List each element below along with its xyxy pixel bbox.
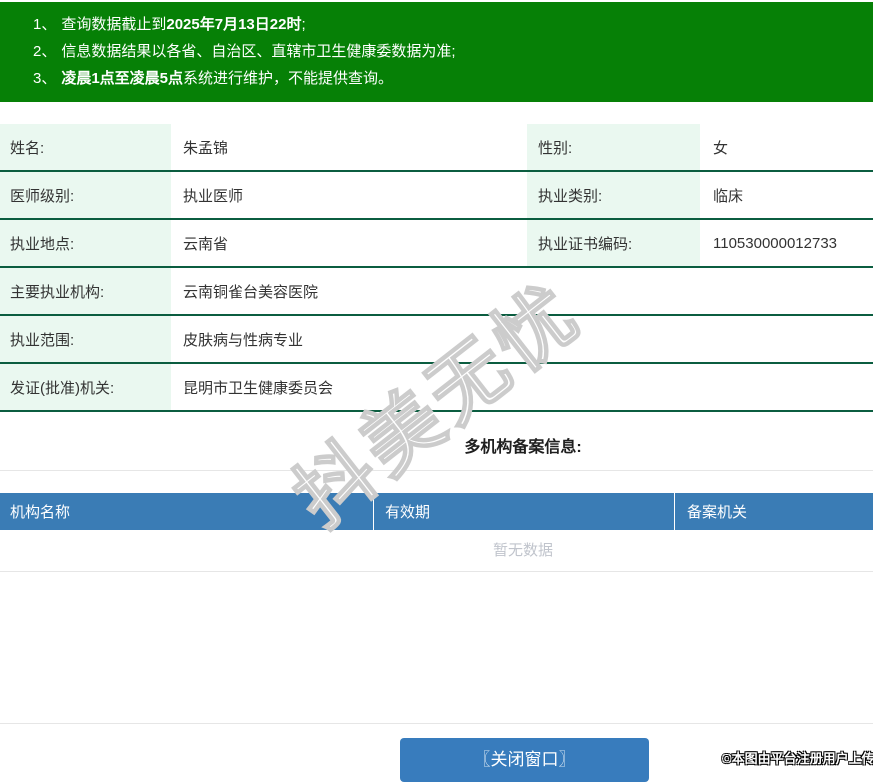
field-label-gender: 性别:	[527, 124, 700, 170]
field-value-practice-location: 云南省	[183, 235, 229, 253]
field-label-practice-location: 执业地点:	[0, 220, 171, 266]
notice-number: 2、	[33, 43, 57, 60]
column-header-institution-name: 机构名称	[0, 493, 374, 530]
table-row: 执业地点: 云南省 执业证书编码: 110530000012733	[0, 220, 873, 268]
divider	[0, 571, 873, 572]
divider	[0, 723, 873, 724]
notice-text: ;	[301, 16, 306, 33]
section-title-multi-institution: 多机构备案信息:	[464, 439, 582, 456]
field-label-name: 姓名:	[0, 124, 171, 170]
column-header-validity-period: 有效期	[374, 493, 675, 530]
field-value-gender: 女	[713, 139, 729, 157]
notice-text: 系统进行维护，不能提供查询。	[183, 70, 394, 87]
notice-line-1: 1、 查询数据截止到2025年7月13日22时;	[33, 11, 873, 38]
field-label-practice-category: 执业类别:	[527, 172, 700, 218]
field-value-practice-category: 临床	[713, 187, 744, 205]
notice-number: 3、	[33, 70, 57, 87]
field-value-issuing-authority: 昆明市卫生健康委员会	[183, 379, 334, 397]
field-label-issuing-authority: 发证(批准)机关:	[0, 364, 171, 410]
practitioner-info-table: 姓名: 朱孟锦 性别: 女 医师级别: 执业医师 执业类别: 临床 执业地点: …	[0, 124, 873, 412]
field-value-doctor-level: 执业医师	[183, 187, 244, 205]
notice-text: 查询数据截止到	[61, 16, 167, 33]
table-row: 主要执业机构: 云南铜雀台美容医院	[0, 268, 873, 316]
field-label-main-institution: 主要执业机构:	[0, 268, 171, 314]
column-header-filing-authority: 备案机关	[687, 504, 748, 521]
notice-number: 1、	[33, 16, 57, 33]
table-row: 发证(批准)机关: 昆明市卫生健康委员会	[0, 364, 873, 412]
query-result-page: 1、 查询数据截止到2025年7月13日22时; 2、 信息数据结果以各省、自治区、…	[0, 0, 873, 782]
notice-text-bold: 凌晨1点至凌晨5点	[61, 70, 184, 87]
notice-line-3: 3、 凌晨1点至凌晨5点系统进行维护，不能提供查询。	[33, 65, 873, 92]
field-value-name: 朱孟锦	[183, 139, 229, 157]
filing-table-header: 机构名称 有效期 备案机关	[0, 493, 873, 530]
field-label-doctor-level: 医师级别:	[0, 172, 171, 218]
field-value-main-institution: 云南铜雀台美容医院	[183, 283, 319, 301]
table-row: 医师级别: 执业医师 执业类别: 临床	[0, 172, 873, 220]
field-value-practice-scope: 皮肤病与性病专业	[183, 331, 304, 349]
notice-text-bold: 2025年7月13日22时	[166, 16, 302, 33]
empty-data-placeholder: 暂无数据	[492, 542, 553, 559]
close-window-button[interactable]: 〖关闭窗口〗	[400, 738, 649, 782]
table-row: 姓名: 朱孟锦 性别: 女	[0, 124, 873, 172]
divider	[0, 470, 873, 471]
notice-line-2: 2、 信息数据结果以各省、自治区、直辖市卫生健康委数据为准;	[33, 38, 873, 65]
field-label-license-number: 执业证书编码:	[527, 220, 700, 266]
notice-banner: 1、 查询数据截止到2025年7月13日22时; 2、 信息数据结果以各省、自治区、…	[0, 2, 873, 102]
table-row: 执业范围: 皮肤病与性病专业	[0, 316, 873, 364]
copyright-watermark: ©本图由平台注册用户上传	[722, 751, 873, 766]
field-label-practice-scope: 执业范围:	[0, 316, 171, 362]
notice-text: 信息数据结果以各省、自治区、直辖市卫生健康委数据为准;	[61, 43, 456, 60]
field-value-license-number: 110530000012733	[713, 234, 838, 252]
